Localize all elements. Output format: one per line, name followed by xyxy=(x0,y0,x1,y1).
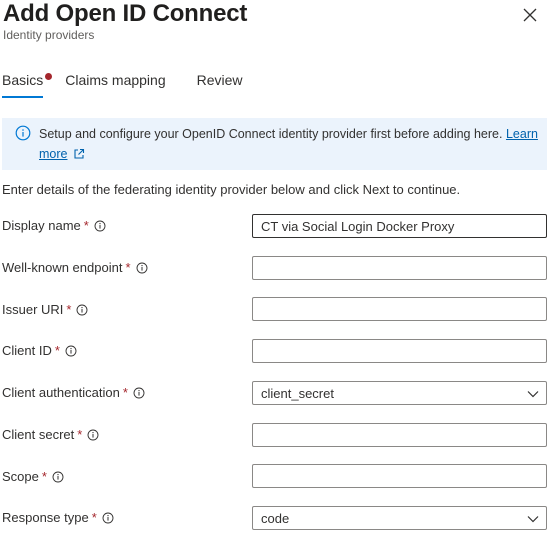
info-tooltip-icon[interactable] xyxy=(94,220,106,232)
client-secret-input[interactable] xyxy=(252,423,547,447)
client-id-label-text: Client ID xyxy=(2,343,52,358)
required-mark: * xyxy=(41,469,47,484)
response-type-value: code xyxy=(261,511,290,526)
display-name-label-text: Display name xyxy=(2,218,81,233)
info-tooltip-icon[interactable] xyxy=(65,345,77,357)
external-link-icon[interactable] xyxy=(73,148,85,160)
info-tooltip-icon[interactable] xyxy=(87,429,99,441)
required-mark: * xyxy=(54,343,60,358)
required-mark: * xyxy=(125,260,131,275)
issuer-uri-input[interactable] xyxy=(252,297,547,321)
info-message: Setup and configure your OpenID Connect … xyxy=(39,125,539,164)
response-type-label-text: Response type xyxy=(2,510,89,525)
chevron-down-icon xyxy=(527,516,539,523)
close-button[interactable] xyxy=(517,2,543,28)
required-mark: * xyxy=(122,385,128,400)
required-mark: * xyxy=(77,427,83,442)
client-authentication-value: client_secret xyxy=(261,386,334,401)
well-known-endpoint-label-text: Well-known endpoint xyxy=(2,260,123,275)
info-tooltip-icon[interactable] xyxy=(76,304,88,316)
required-mark: * xyxy=(66,302,72,317)
required-mark: * xyxy=(83,218,89,233)
display-name-label: Display name * xyxy=(2,218,106,233)
learn-link-text: Learn xyxy=(505,127,538,141)
display-name-input[interactable] xyxy=(252,214,547,238)
tab-claims-mapping-label: Claims mapping xyxy=(65,72,166,88)
client-id-input[interactable] xyxy=(252,339,547,363)
tab-basics-label: Basics xyxy=(2,72,44,88)
response-type-dropdown[interactable]: code xyxy=(252,506,547,530)
scope-input[interactable] xyxy=(252,464,547,488)
tab-claims-mapping[interactable]: Claims mapping xyxy=(65,72,165,100)
scope-label: Scope * xyxy=(2,469,64,484)
chevron-down-icon xyxy=(527,391,539,398)
client-id-label: Client ID * xyxy=(2,343,77,358)
info-tooltip-icon[interactable] xyxy=(102,512,114,524)
well-known-endpoint-input[interactable] xyxy=(252,256,547,280)
info-tooltip-icon[interactable] xyxy=(52,471,64,483)
client-secret-label-text: Client secret xyxy=(2,427,75,442)
scope-label-text: Scope xyxy=(2,469,39,484)
client-secret-label: Client secret * xyxy=(2,427,99,442)
close-icon xyxy=(523,8,537,22)
info-icon xyxy=(15,125,31,141)
client-authentication-label: Client authentication * xyxy=(2,385,145,400)
tab-review[interactable]: Review xyxy=(197,72,243,100)
panel-subtitle: Identity providers xyxy=(3,28,95,42)
panel-title: Add Open ID Connect xyxy=(3,0,248,27)
issuer-uri-label: Issuer URI * xyxy=(2,302,88,317)
response-type-label: Response type * xyxy=(2,510,114,525)
tab-basics[interactable]: Basics xyxy=(2,72,52,100)
client-authentication-label-text: Client authentication xyxy=(2,385,120,400)
client-authentication-dropdown[interactable]: client_secret xyxy=(252,381,547,405)
well-known-endpoint-label: Well-known endpoint * xyxy=(2,260,148,275)
info-message-bar: Setup and configure your OpenID Connect … xyxy=(2,118,547,170)
info-message-text: Setup and configure your OpenID Connect … xyxy=(39,127,503,141)
error-dot-icon xyxy=(45,73,52,80)
more-link-text: more xyxy=(39,146,68,161)
tab-bar: Basics Claims mapping Review xyxy=(2,72,243,100)
info-tooltip-icon[interactable] xyxy=(136,262,148,274)
required-mark: * xyxy=(91,510,97,525)
intro-text: Enter details of the federating identity… xyxy=(2,182,461,197)
issuer-uri-label-text: Issuer URI xyxy=(2,302,64,317)
info-tooltip-icon[interactable] xyxy=(133,387,145,399)
tab-review-label: Review xyxy=(196,72,243,88)
